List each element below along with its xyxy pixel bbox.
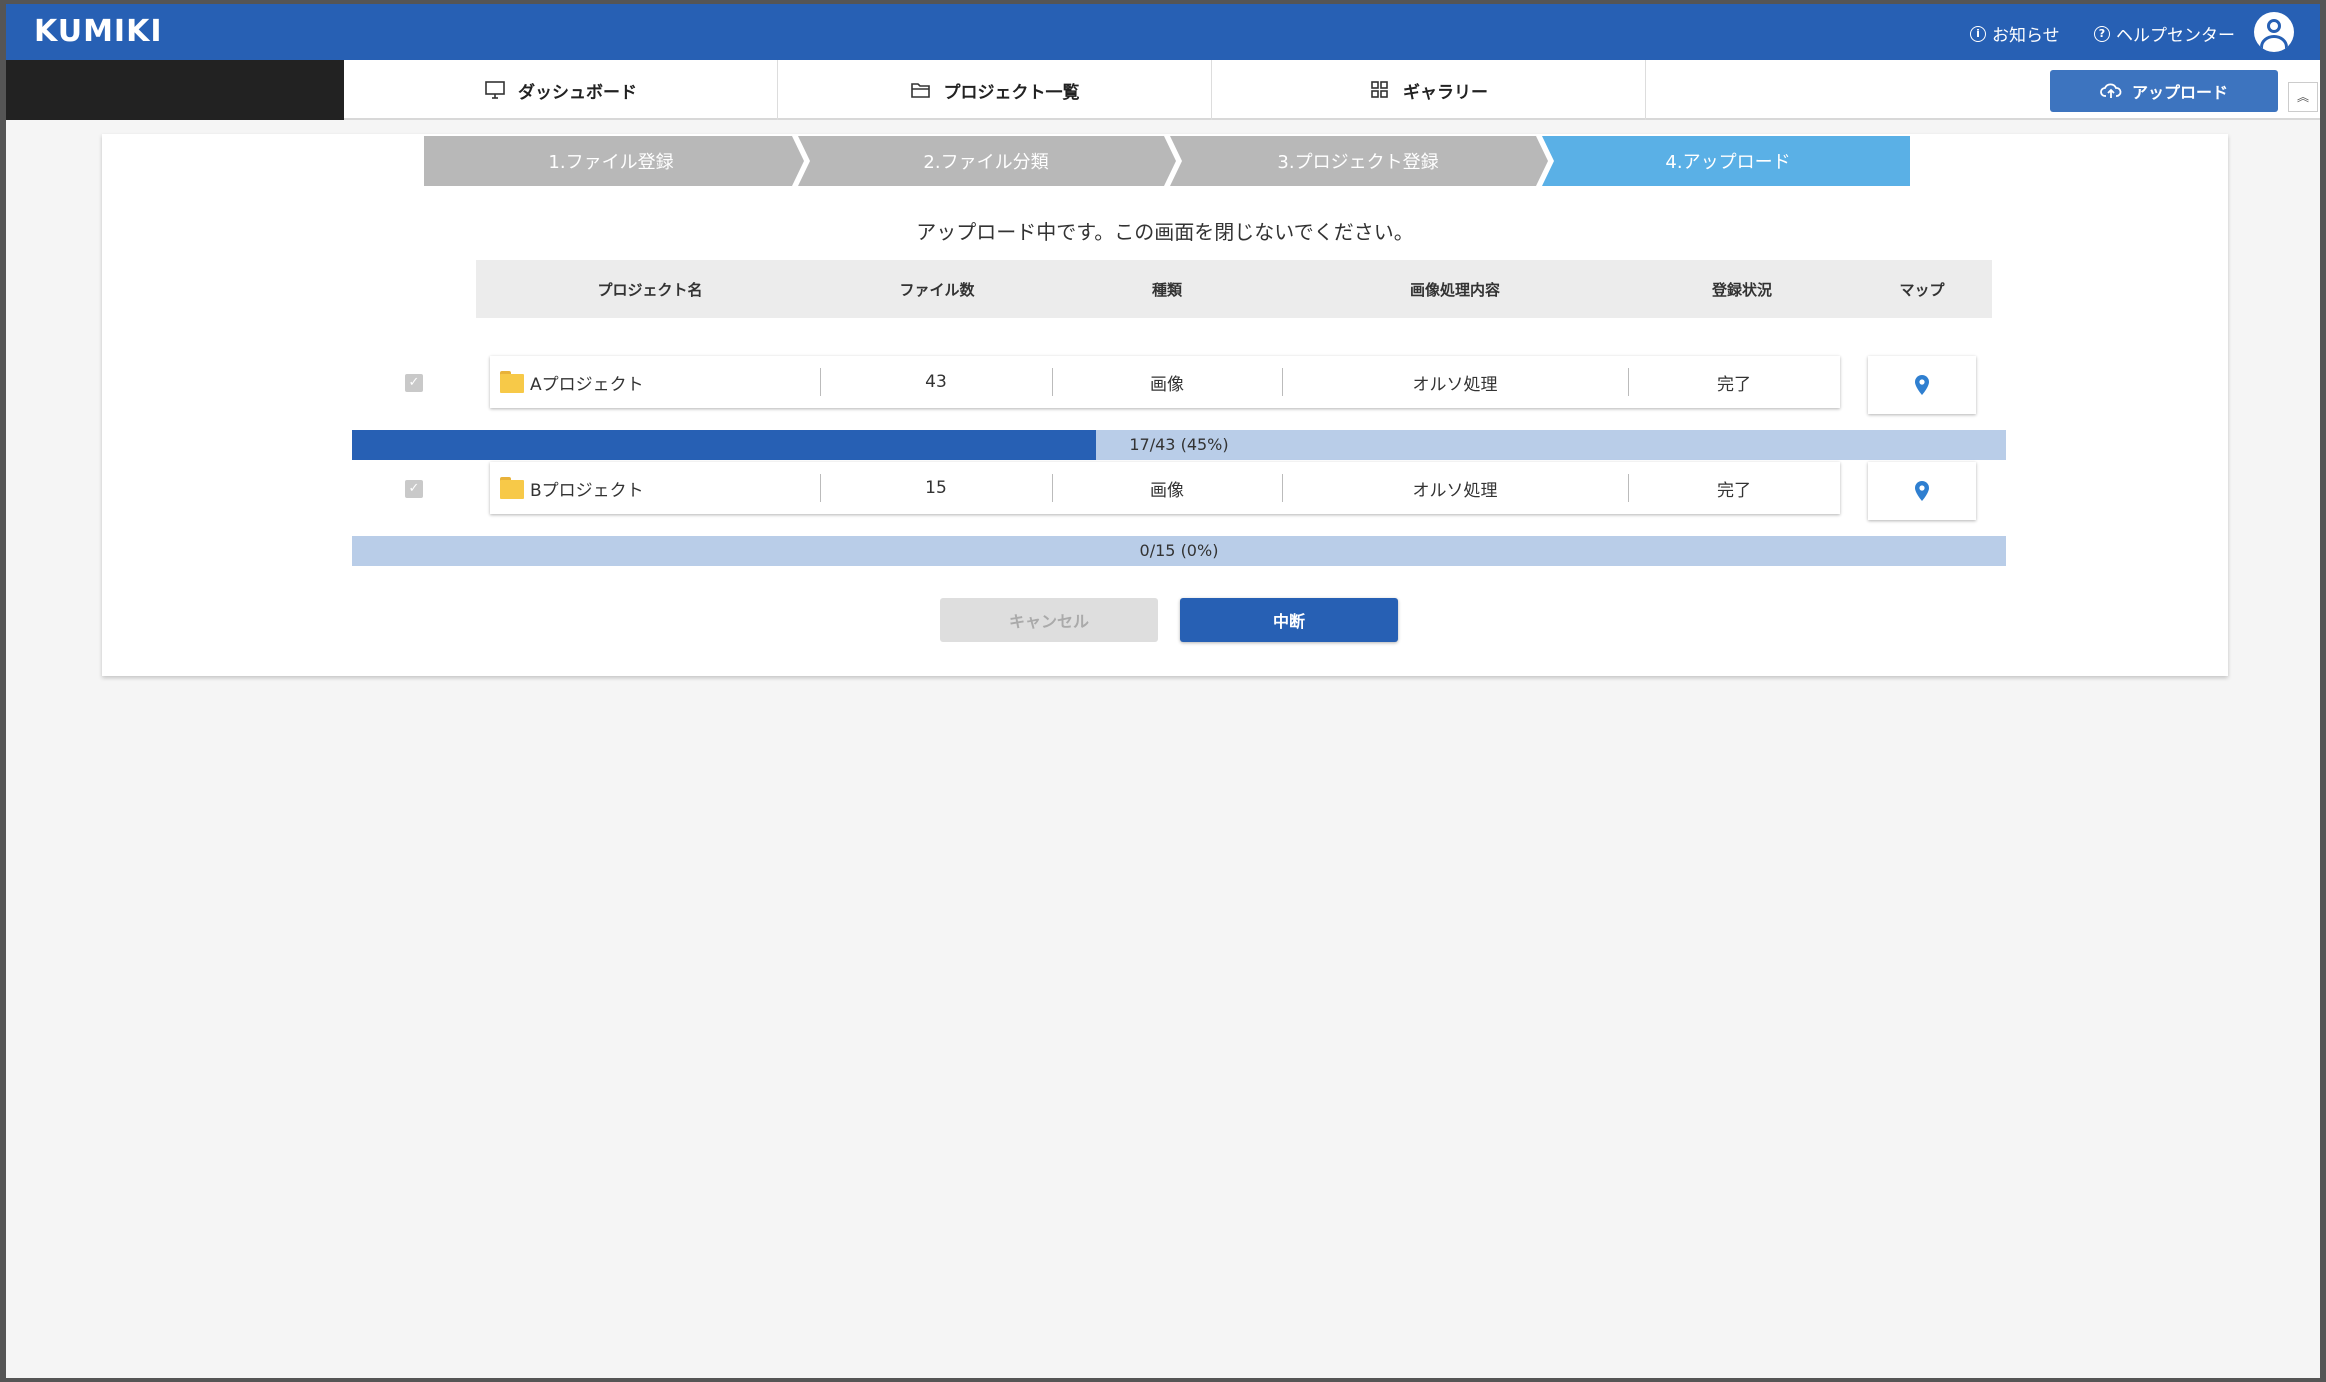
type-cell: 画像: [1150, 480, 1184, 501]
progress-label: 17/43 (45%): [1129, 435, 1229, 454]
col-file-count: ファイル数: [899, 280, 975, 299]
tab-projects[interactable]: プロジェクト一覧: [778, 60, 1212, 120]
col-processing: 画像処理内容: [1409, 280, 1500, 299]
file-count-cell: 15: [925, 478, 947, 498]
monitor-icon: [485, 81, 505, 99]
row-checkbox[interactable]: ✓: [405, 374, 423, 392]
step-4: 4.アップロード: [1665, 152, 1791, 173]
col-project-name: プロジェクト名: [597, 280, 703, 299]
step-1: 1.ファイル登録: [548, 152, 674, 173]
table-row[interactable]: Aプロジェクト 43 画像 オルソ処理 完了: [490, 356, 1840, 408]
col-status: 登録状況: [1711, 280, 1772, 299]
tab-dashboard-label: ダッシュボード: [518, 82, 637, 103]
table-row[interactable]: Bプロジェクト 15 画像 オルソ処理 完了: [490, 462, 1840, 514]
user-avatar[interactable]: [2254, 12, 2294, 52]
upload-card: 1.ファイル登録 2.ファイル分類 3.プロジェクト登録 4.アップロード アッ…: [102, 134, 2228, 676]
top-header: KUMIKI i お知らせ ? ヘルプセンター: [6, 4, 2320, 60]
type-cell: 画像: [1150, 374, 1184, 395]
col-map: マップ: [1899, 280, 1945, 299]
project-name-cell: Bプロジェクト: [490, 462, 818, 514]
step-3: 3.プロジェクト登録: [1277, 152, 1439, 173]
notice-link-label: お知らせ: [1992, 26, 2060, 46]
folder-open-icon: [910, 83, 930, 98]
step-2: 2.ファイル分類: [923, 152, 1049, 173]
table-header: プロジェクト名 ファイル数 種類 画像処理内容 登録状況 マップ: [476, 260, 1992, 318]
tab-projects-label: プロジェクト一覧: [943, 82, 1080, 103]
cloud-upload-icon: [2100, 83, 2122, 98]
tab-dashboard[interactable]: ダッシュボード: [344, 60, 778, 120]
upload-message: アップロード中です。この画面を閉じないでください。: [916, 220, 1414, 244]
info-icon: i: [1970, 25, 1986, 42]
folder-icon: [500, 371, 524, 393]
progress-bar: 17/43 (45%): [352, 430, 2006, 460]
map-button[interactable]: [1868, 356, 1976, 414]
tab-gallery-label: ギャラリー: [1403, 82, 1488, 103]
grid-icon: [1371, 81, 1388, 98]
processing-cell: オルソ処理: [1412, 480, 1498, 501]
upload-button-label: アップロード: [2131, 83, 2228, 102]
upload-button[interactable]: アップロード: [2050, 70, 2278, 112]
stop-button[interactable]: 中断: [1180, 598, 1398, 642]
status-cell: 完了: [1717, 480, 1751, 501]
chevron-up-icon: ︽: [2296, 90, 2309, 104]
notice-link[interactable]: i お知らせ: [1970, 21, 2060, 46]
project-name-cell: Aプロジェクト: [490, 356, 818, 408]
help-center-label: ヘルプセンター: [2116, 26, 2235, 46]
cancel-button[interactable]: キャンセル: [940, 598, 1158, 642]
file-count-cell: 43: [925, 372, 947, 392]
status-cell: 完了: [1717, 374, 1751, 395]
question-icon: ?: [2094, 25, 2110, 42]
map-pin-icon: [1915, 375, 1929, 395]
project-name: Bプロジェクト: [530, 480, 644, 501]
map-button[interactable]: [1868, 462, 1976, 520]
tab-gallery[interactable]: ギャラリー: [1212, 60, 1646, 120]
folder-icon: [500, 477, 524, 499]
nav-spacer: [6, 60, 344, 120]
app-logo[interactable]: KUMIKI: [34, 14, 163, 49]
col-type: 種類: [1151, 280, 1182, 299]
app-window: KUMIKI i お知らせ ? ヘルプセンター ダッシュボード プロジェクト一覧…: [6, 4, 2320, 1378]
main-nav: ダッシュボード プロジェクト一覧 ギャラリー アップロード ︽: [6, 60, 2320, 120]
row-checkbox[interactable]: ✓: [405, 480, 423, 498]
project-name: Aプロジェクト: [530, 374, 644, 395]
progress-bar: 0/15 (0%): [352, 536, 2006, 566]
collapse-button[interactable]: ︽: [2288, 82, 2318, 112]
map-pin-icon: [1915, 481, 1929, 501]
step-indicator: 1.ファイル登録 2.ファイル分類 3.プロジェクト登録 4.アップロード: [424, 136, 1910, 186]
processing-cell: オルソ処理: [1412, 374, 1498, 395]
progress-label: 0/15 (0%): [1139, 541, 1219, 560]
help-center-link[interactable]: ? ヘルプセンター: [2094, 21, 2235, 46]
